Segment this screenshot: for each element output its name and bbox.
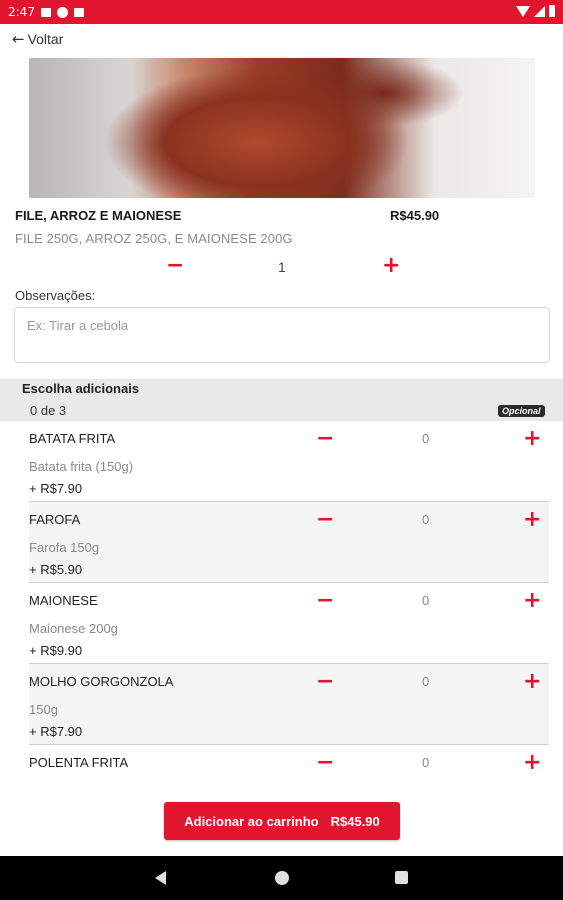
addon-item-polenta-frita: POLENTA FRITA − 0 + xyxy=(29,745,549,789)
addon-name: MAIONESE xyxy=(29,593,98,608)
product-name: FILE, ARROZ E MAIONESE xyxy=(15,208,182,223)
addon-decrease-button[interactable]: − xyxy=(316,428,334,450)
add-to-cart-label: Adicionar ao carrinho xyxy=(184,813,319,829)
nav-back-icon[interactable] xyxy=(155,871,166,885)
addon-count: 0 xyxy=(422,674,430,689)
signal-icon xyxy=(534,5,545,17)
status-time: 2:47 xyxy=(8,5,35,19)
addon-item-farofa: FAROFA − 0 + Farofa 150g + R$5.90 xyxy=(29,502,549,583)
status-bar: 2:47 xyxy=(0,0,563,24)
addons-selected-count: 0 de 3 xyxy=(30,403,67,418)
addon-name: FAROFA xyxy=(29,512,81,527)
addon-name: MOLHO GORGONZOLA xyxy=(29,674,174,689)
observations-placeholder: Ex: Tirar a cebola xyxy=(27,318,129,333)
addon-description: Maionese 200g xyxy=(29,621,118,636)
product-image xyxy=(29,58,535,198)
quantity-value: 1 xyxy=(278,259,286,275)
addon-decrease-button[interactable]: − xyxy=(316,590,334,612)
addon-decrease-button[interactable]: − xyxy=(316,752,334,774)
add-to-cart-button[interactable]: Adicionar ao carrinho R$45.90 xyxy=(164,802,400,840)
add-to-cart-price: R$45.90 xyxy=(330,813,380,829)
observations-input[interactable]: Ex: Tirar a cebola xyxy=(14,307,550,363)
addon-increase-button[interactable]: + xyxy=(523,509,541,531)
nav-home-icon[interactable] xyxy=(275,871,289,885)
addon-count: 0 xyxy=(422,431,430,446)
addon-item-batata-frita: BATATA FRITA − 0 + Batata frita (150g) +… xyxy=(29,421,549,502)
addon-price: + R$5.90 xyxy=(29,562,83,577)
wifi-icon xyxy=(516,5,530,17)
addon-item-molho-gorgonzola: MOLHO GORGONZOLA − 0 + 150g + R$7.90 xyxy=(29,664,549,745)
addons-list[interactable]: BATATA FRITA − 0 + Batata frita (150g) +… xyxy=(29,421,549,789)
addon-name: POLENTA FRITA xyxy=(29,755,129,770)
addon-price: + R$7.90 xyxy=(29,724,83,739)
addon-decrease-button[interactable]: − xyxy=(316,671,334,693)
battery-icon xyxy=(549,5,555,17)
addon-price: + R$7.90 xyxy=(29,481,83,496)
addon-name: BATATA FRITA xyxy=(29,431,116,446)
addon-count: 0 xyxy=(422,755,430,770)
addon-description: Batata frita (150g) xyxy=(29,459,134,474)
product-price: R$45.90 xyxy=(390,208,440,223)
addon-item-maionese: MAIONESE − 0 + Maionese 200g + R$9.90 xyxy=(29,583,549,664)
app-notification-icon xyxy=(56,6,68,18)
back-arrow-icon: ← xyxy=(12,30,25,48)
back-label: Voltar xyxy=(27,31,64,47)
addon-increase-button[interactable]: + xyxy=(523,671,541,693)
mail-icon xyxy=(40,7,51,17)
addons-section-title: Escolha adicionais xyxy=(22,381,140,396)
addon-increase-button[interactable]: + xyxy=(523,428,541,450)
addon-description: Farofa 150g xyxy=(29,540,100,555)
addon-count: 0 xyxy=(422,512,430,527)
back-button[interactable]: ← Voltar xyxy=(12,30,63,48)
product-description: FILE 250G, ARROZ 250G, E MAIONESE 200G xyxy=(15,231,293,246)
quantity-decrease-button[interactable]: − xyxy=(166,255,184,277)
addon-description: 150g xyxy=(29,702,58,717)
optional-badge: Opcional xyxy=(498,405,545,417)
addon-price: + R$9.90 xyxy=(29,643,83,658)
addon-increase-button[interactable]: + xyxy=(523,752,541,774)
addon-increase-button[interactable]: + xyxy=(523,590,541,612)
addon-decrease-button[interactable]: − xyxy=(316,509,334,531)
nav-recents-icon[interactable] xyxy=(395,871,408,884)
observations-label: Observações: xyxy=(15,288,96,303)
sd-card-icon xyxy=(73,7,84,17)
quantity-increase-button[interactable]: + xyxy=(382,255,400,277)
addon-count: 0 xyxy=(422,593,430,608)
